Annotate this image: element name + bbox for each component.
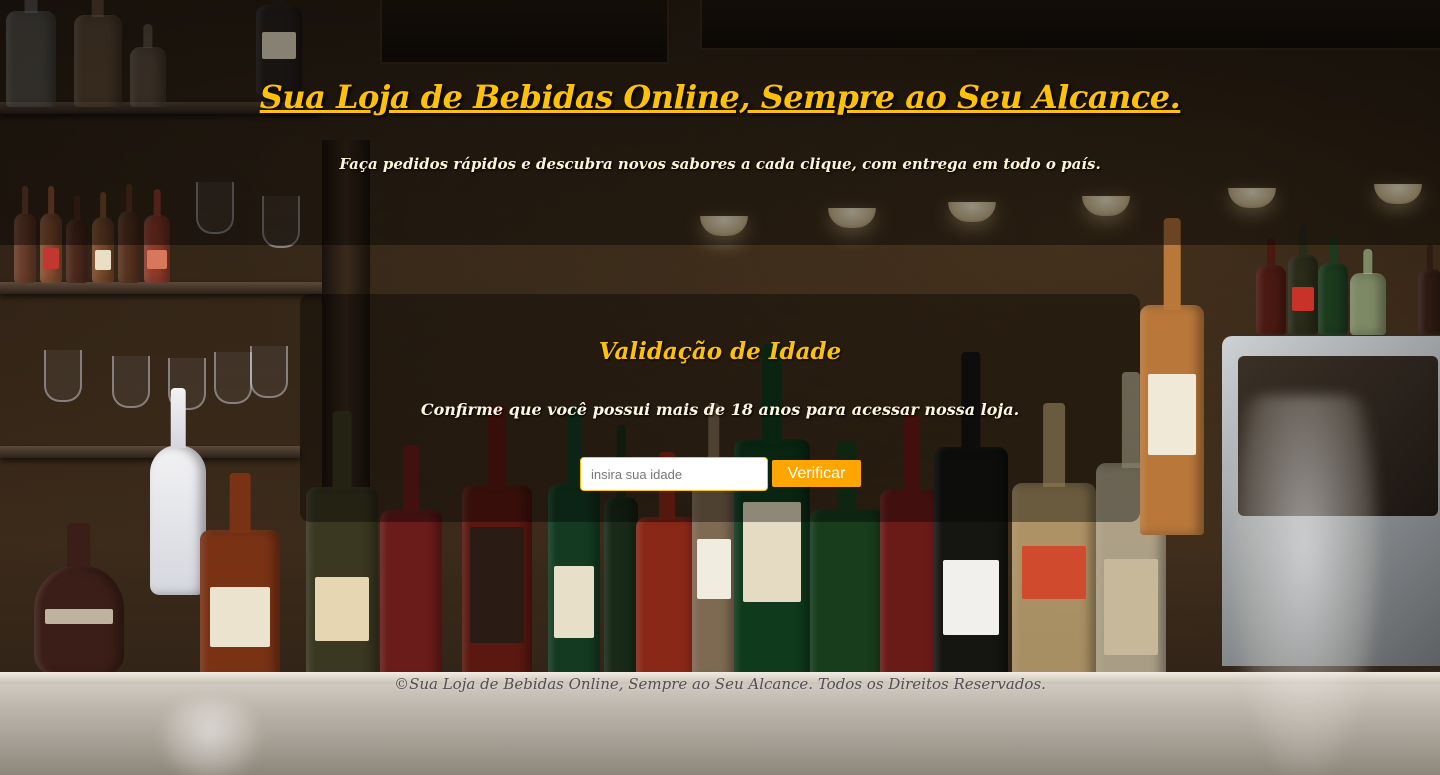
page-title[interactable]: Sua Loja de Bebidas Online, Sempre ao Se… [0, 78, 1440, 116]
age-validation-form: Verificar [580, 457, 861, 491]
age-validation-message: Confirme que você possui mais de 18 anos… [420, 400, 1020, 419]
verify-button[interactable]: Verificar [772, 460, 861, 487]
page-footer: ©Sua Loja de Bebidas Online, Sempre ao S… [394, 675, 1046, 693]
page-header: Sua Loja de Bebidas Online, Sempre ao Se… [0, 0, 1440, 245]
age-validation-title: Validação de Idade [598, 338, 842, 365]
age-validation-card: Validação de Idade Confirme que você pos… [300, 294, 1140, 522]
page-subtitle: Faça pedidos rápidos e descubra novos sa… [339, 155, 1101, 173]
age-input[interactable] [580, 457, 768, 491]
